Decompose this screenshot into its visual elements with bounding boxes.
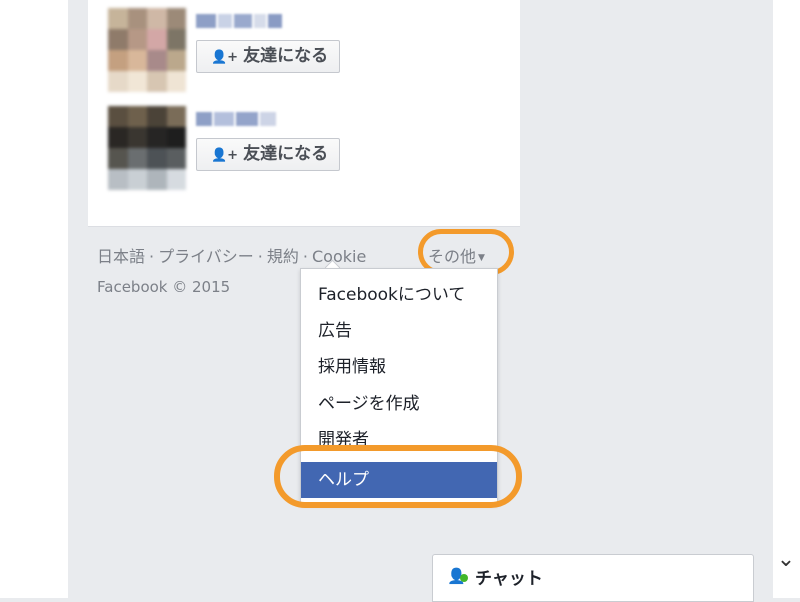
add-friend-label: 友達になる — [243, 46, 329, 66]
footer-link-language[interactable]: 日本語 — [97, 247, 145, 266]
separator: · — [149, 247, 155, 266]
online-status-dot — [460, 574, 468, 582]
footer-links: 日本語 · プライバシー · 規約 · Cookie — [97, 243, 366, 267]
separator: · — [257, 247, 263, 266]
footer-link-privacy[interactable]: プライバシー — [158, 247, 254, 266]
menu-item-create-page[interactable]: ページを作成 — [301, 386, 497, 422]
add-friend-button[interactable]: 👤+ 友達になる — [196, 40, 340, 73]
person-plus-icon: 👤+ — [211, 50, 239, 65]
copyright: Facebook © 2015 — [97, 278, 231, 296]
add-friend-label: 友達になる — [243, 144, 329, 164]
person-plus-icon: 👤+ — [211, 148, 239, 163]
chat-bar[interactable]: 👤 チャット — [432, 554, 754, 602]
friend-suggestions-card: 👤+ 友達になる 👤+ 友達になる — [88, 0, 520, 227]
annotation-highlight-ring — [274, 445, 522, 508]
avatar[interactable] — [108, 8, 186, 92]
person-name[interactable] — [196, 14, 296, 28]
footer-link-cookie[interactable]: Cookie — [312, 247, 366, 266]
menu-item-ads[interactable]: 広告 — [301, 313, 497, 349]
add-friend-button[interactable]: 👤+ 友達になる — [196, 138, 340, 171]
chevron-down-icon[interactable]: ⌄ — [776, 548, 796, 572]
avatar[interactable] — [108, 106, 186, 190]
menu-item-about[interactable]: Facebookについて — [301, 277, 497, 313]
menu-item-careers[interactable]: 採用情報 — [301, 349, 497, 385]
chat-label: チャット — [475, 569, 543, 589]
left-blank-area — [0, 0, 68, 598]
person-name[interactable] — [196, 112, 296, 126]
scrollbar-track[interactable] — [773, 0, 800, 598]
footer-link-terms[interactable]: 規約 — [267, 247, 299, 266]
separator: · — [302, 247, 308, 266]
